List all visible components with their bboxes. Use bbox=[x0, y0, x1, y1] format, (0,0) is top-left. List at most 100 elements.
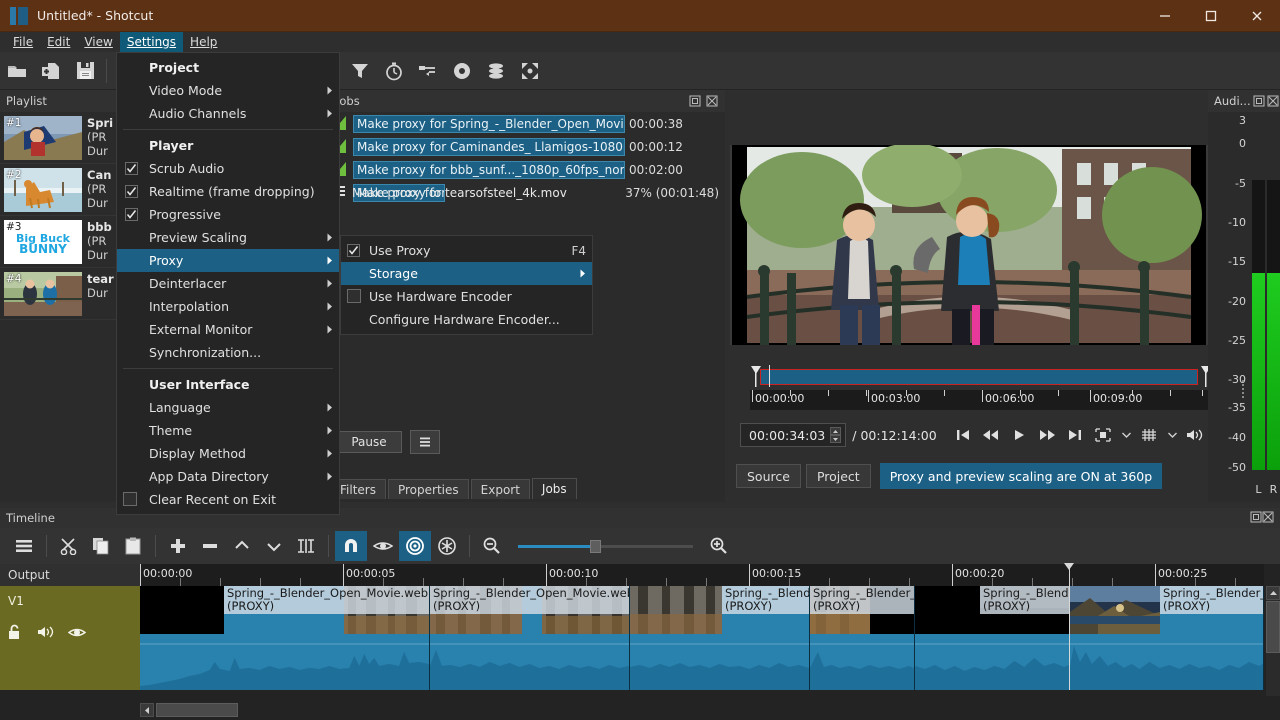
paste-icon[interactable] bbox=[117, 531, 149, 561]
rewind-icon[interactable] bbox=[980, 424, 1002, 446]
timeline-clip[interactable]: Spring_-_Blender_Open_Movie.webm (PROXY) bbox=[1070, 586, 1264, 690]
menu-file[interactable]: File bbox=[6, 32, 40, 52]
submenu-item-configure-hardware-encoder[interactable]: Configure Hardware Encoder... bbox=[341, 308, 592, 331]
menu-item-language[interactable]: Language bbox=[117, 396, 339, 419]
timeline-clip[interactable]: Spring_-_Blender_Open_Movie.webm (PROXY) bbox=[810, 586, 915, 690]
vscroll-thumb[interactable] bbox=[1266, 601, 1280, 653]
record-icon[interactable] bbox=[445, 54, 479, 88]
timeline-clip[interactable]: Spring_-_Blender_Open_Movie.webm (PROXY) bbox=[140, 586, 430, 690]
menu-item-display-method[interactable]: Display Method bbox=[117, 442, 339, 465]
lock-icon[interactable] bbox=[8, 624, 23, 643]
menu-item-realtime[interactable]: Realtime (frame dropping) bbox=[117, 180, 339, 203]
snap-icon[interactable] bbox=[335, 531, 367, 561]
list-item[interactable]: #1 Spri (PR Dur bbox=[0, 112, 117, 164]
skip-end-icon[interactable] bbox=[1064, 424, 1086, 446]
keyframes-icon[interactable] bbox=[411, 54, 445, 88]
submenu-item-use-proxy[interactable]: Use Proxy F4 bbox=[341, 239, 592, 262]
mute-icon[interactable] bbox=[37, 625, 54, 642]
timeline-hscrollbar[interactable] bbox=[140, 703, 1264, 717]
timeline-menu-icon[interactable] bbox=[8, 531, 40, 561]
copy-icon[interactable] bbox=[85, 531, 117, 561]
menu-settings[interactable]: Settings bbox=[120, 32, 183, 52]
menu-item-scrub-audio[interactable]: Scrub Audio bbox=[117, 157, 339, 180]
checkbox-unchecked-icon[interactable] bbox=[123, 492, 137, 506]
playlist-stack-icon[interactable] bbox=[479, 54, 513, 88]
lift-icon[interactable] bbox=[226, 531, 258, 561]
panel-resize-grip[interactable] bbox=[1242, 380, 1247, 404]
scroll-up-icon[interactable] bbox=[1266, 586, 1280, 600]
volume-icon[interactable] bbox=[1184, 424, 1206, 446]
menu-item-clear-recent-on-exit[interactable]: Clear Recent on Exit bbox=[117, 488, 339, 511]
zoom-fit-icon[interactable] bbox=[1092, 424, 1114, 446]
menu-item-synchronization[interactable]: Synchronization... bbox=[117, 341, 339, 364]
current-time-field[interactable]: 00:00:34:03 bbox=[740, 423, 846, 447]
list-item[interactable]: #4 tear Dur bbox=[0, 268, 117, 320]
open-other-icon[interactable] bbox=[34, 54, 68, 88]
close-panel-icon[interactable] bbox=[1267, 94, 1279, 109]
submenu-item-storage[interactable]: Storage bbox=[341, 262, 592, 285]
timeline-clip[interactable]: Spring_-_Blender_Open_Movie.webm (PROXY) bbox=[915, 586, 1070, 690]
track-header-v1[interactable]: V1 bbox=[0, 586, 140, 690]
timeline-clip[interactable]: Spring_-_Blender_Open_Movie.webm (PROXY) bbox=[430, 586, 630, 690]
menu-edit[interactable]: Edit bbox=[40, 32, 77, 52]
timeline-output-label[interactable]: Output bbox=[0, 564, 140, 586]
timeline-playhead[interactable] bbox=[1069, 564, 1070, 690]
menu-item-video-mode[interactable]: Video Mode bbox=[117, 79, 339, 102]
fullscreen-icon[interactable] bbox=[513, 54, 547, 88]
timeline-vscrollbar[interactable] bbox=[1266, 586, 1280, 696]
save-icon[interactable] bbox=[68, 54, 102, 88]
minimize-icon[interactable] bbox=[1142, 0, 1188, 32]
menu-item-theme[interactable]: Theme bbox=[117, 419, 339, 442]
ripple-icon[interactable] bbox=[399, 531, 431, 561]
stepper-up-icon[interactable] bbox=[830, 427, 841, 435]
submenu-item-use-hardware-encoder[interactable]: Use Hardware Encoder bbox=[341, 285, 592, 308]
table-row[interactable]: Make proxy for Caminandes_ Llamigos-1080… bbox=[330, 135, 725, 158]
menu-item-proxy[interactable]: Proxy bbox=[117, 249, 339, 272]
menu-item-deinterlacer[interactable]: Deinterlacer bbox=[117, 272, 339, 295]
close-panel-icon[interactable] bbox=[1262, 511, 1274, 526]
pause-button[interactable]: Pause bbox=[336, 431, 402, 453]
chevron-down-icon-2[interactable] bbox=[1166, 424, 1178, 446]
menu-item-app-data-directory[interactable]: App Data Directory bbox=[117, 465, 339, 488]
open-file-icon[interactable] bbox=[0, 54, 34, 88]
tab-source[interactable]: Source bbox=[736, 464, 801, 488]
table-row[interactable]: Make proxy for Spring_-_Blender_Open_Mov… bbox=[330, 112, 725, 135]
close-icon[interactable] bbox=[1234, 0, 1280, 32]
zoom-slider[interactable] bbox=[518, 538, 693, 554]
video-preview[interactable] bbox=[730, 145, 1208, 345]
float-panel-icon[interactable] bbox=[687, 94, 702, 109]
timeline-track-v1[interactable]: Spring_-_Blender_Open_Movie.webm (PROXY) bbox=[140, 586, 1264, 690]
play-icon[interactable] bbox=[1008, 424, 1030, 446]
maximize-icon[interactable] bbox=[1188, 0, 1234, 32]
checkbox-unchecked-icon[interactable] bbox=[347, 289, 361, 303]
timeline-clip[interactable]: Spring_-_Blender_Open_Movie.webm (PROXY) bbox=[630, 586, 810, 690]
ripple-all-icon[interactable] bbox=[431, 531, 463, 561]
fast-forward-icon[interactable] bbox=[1036, 424, 1058, 446]
float-panel-icon[interactable] bbox=[1253, 94, 1265, 109]
menu-item-interpolation[interactable]: Interpolation bbox=[117, 295, 339, 318]
scrub-track[interactable] bbox=[760, 369, 1198, 385]
table-row[interactable]: Make proxy for bbb_sunf..._1080p_60fps_n… bbox=[330, 158, 725, 181]
skip-start-icon[interactable] bbox=[952, 424, 974, 446]
filters-icon[interactable] bbox=[343, 54, 377, 88]
tab-export[interactable]: Export bbox=[471, 479, 530, 499]
menu-item-preview-scaling[interactable]: Preview Scaling bbox=[117, 226, 339, 249]
stepper-down-icon[interactable] bbox=[830, 435, 841, 443]
menu-item-external-monitor[interactable]: External Monitor bbox=[117, 318, 339, 341]
append-icon[interactable] bbox=[162, 531, 194, 561]
close-panel-icon[interactable] bbox=[704, 94, 719, 109]
scrub-icon[interactable] bbox=[367, 531, 399, 561]
list-item[interactable]: #2 Can (PR Dur bbox=[0, 164, 117, 216]
menu-item-progressive[interactable]: Progressive bbox=[117, 203, 339, 226]
split-icon[interactable] bbox=[290, 531, 322, 561]
timeline-ruler[interactable]: 00:00:00 00:00:05 00:00:10 00:00:15 00:0… bbox=[140, 564, 1264, 586]
float-panel-icon[interactable] bbox=[1250, 511, 1262, 526]
overwrite-icon[interactable] bbox=[258, 531, 290, 561]
hscroll-thumb[interactable] bbox=[156, 703, 238, 717]
tab-project[interactable]: Project bbox=[806, 464, 871, 488]
ripple-delete-icon[interactable] bbox=[194, 531, 226, 561]
cut-icon[interactable] bbox=[53, 531, 85, 561]
menu-item-audio-channels[interactable]: Audio Channels bbox=[117, 102, 339, 125]
player-ruler[interactable]: 00:00:00 00:03:00 00:06:00 00:09:00 bbox=[750, 390, 1208, 410]
player-scrubber[interactable]: 00:00:00 00:03:00 00:06:00 00:09:00 bbox=[740, 365, 1208, 413]
